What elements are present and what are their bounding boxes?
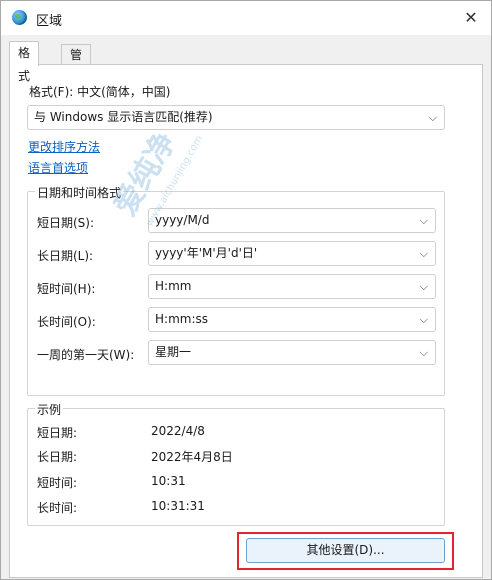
examples-group-title: 示例 [35, 401, 64, 418]
example-long-date-value: 2022年4月8日 [151, 450, 233, 464]
short-time-label: 短时间(H): [37, 282, 96, 296]
example-long-date-label: 长日期: [37, 450, 78, 464]
format-select-value: 与 Windows 显示语言匹配(推荐) [34, 110, 213, 124]
chevron-down-icon: ⌵ [419, 346, 428, 359]
close-icon[interactable]: ✕ [462, 9, 480, 27]
example-short-time-label: 短时间: [37, 476, 78, 490]
chevron-down-icon: ⌵ [419, 247, 428, 260]
long-date-value: yyyy'年'M'月'd'日' [155, 246, 258, 260]
example-long-time-value: 10:31:31 [151, 499, 205, 513]
example-short-date-value: 2022/4/8 [151, 424, 205, 438]
title-bar: 区域 ✕ [1, 1, 491, 35]
example-short-date-label: 短日期: [37, 426, 78, 440]
language-preferences-link[interactable]: 语言首选项 [28, 159, 88, 176]
tab-administrative[interactable]: 管理 [61, 44, 92, 83]
first-day-value: 星期一 [155, 345, 192, 359]
datetime-group: 日期和时间格式 短日期(S): yyyy/M/d ⌵ 长日期(L): yyyy'… [27, 184, 445, 396]
chevron-down-icon: ⌵ [428, 111, 437, 124]
additional-settings-button[interactable]: 其他设置(D)... [246, 538, 445, 563]
long-time-label: 长时间(O): [37, 315, 96, 329]
examples-group: 示例 短日期: 2022/4/8 长日期: 2022年4月8日 短时间: 10:… [27, 401, 445, 526]
format-panel: 格式(F): 中文(简体，中国) 与 Windows 显示语言匹配(推荐) ⌵ … [9, 64, 483, 578]
short-date-label: 短日期(S): [37, 216, 95, 230]
tab-format[interactable]: 格式 [9, 41, 40, 83]
format-label: 格式(F): 中文(简体，中国) [29, 85, 171, 99]
region-dialog: 区域 ✕ 格式 管理 格式(F): 中文(简体，中国) 与 Windows 显示… [0, 0, 492, 580]
long-date-select[interactable]: yyyy'年'M'月'd'日' ⌵ [148, 241, 436, 266]
long-time-value: H:mm:ss [155, 312, 208, 326]
first-day-select[interactable]: 星期一 ⌵ [148, 340, 436, 365]
format-select[interactable]: 与 Windows 显示语言匹配(推荐) ⌵ [27, 105, 445, 130]
change-sort-link[interactable]: 更改排序方法 [28, 138, 100, 155]
chevron-down-icon: ⌵ [419, 313, 428, 326]
chevron-down-icon: ⌵ [419, 280, 428, 293]
datetime-group-title: 日期和时间格式 [35, 184, 124, 201]
long-date-label: 长日期(L): [37, 249, 94, 263]
chevron-down-icon: ⌵ [419, 214, 428, 227]
short-date-select[interactable]: yyyy/M/d ⌵ [148, 208, 436, 233]
example-long-time-label: 长时间: [37, 501, 78, 515]
short-time-select[interactable]: H:mm ⌵ [148, 274, 436, 299]
short-time-value: H:mm [155, 279, 192, 293]
globe-icon [12, 10, 27, 25]
short-date-value: yyyy/M/d [155, 213, 210, 227]
example-short-time-value: 10:31 [151, 474, 186, 488]
first-day-label: 一周的第一天(W): [37, 348, 135, 362]
long-time-select[interactable]: H:mm:ss ⌵ [148, 307, 436, 332]
window-title: 区域 [36, 14, 63, 29]
